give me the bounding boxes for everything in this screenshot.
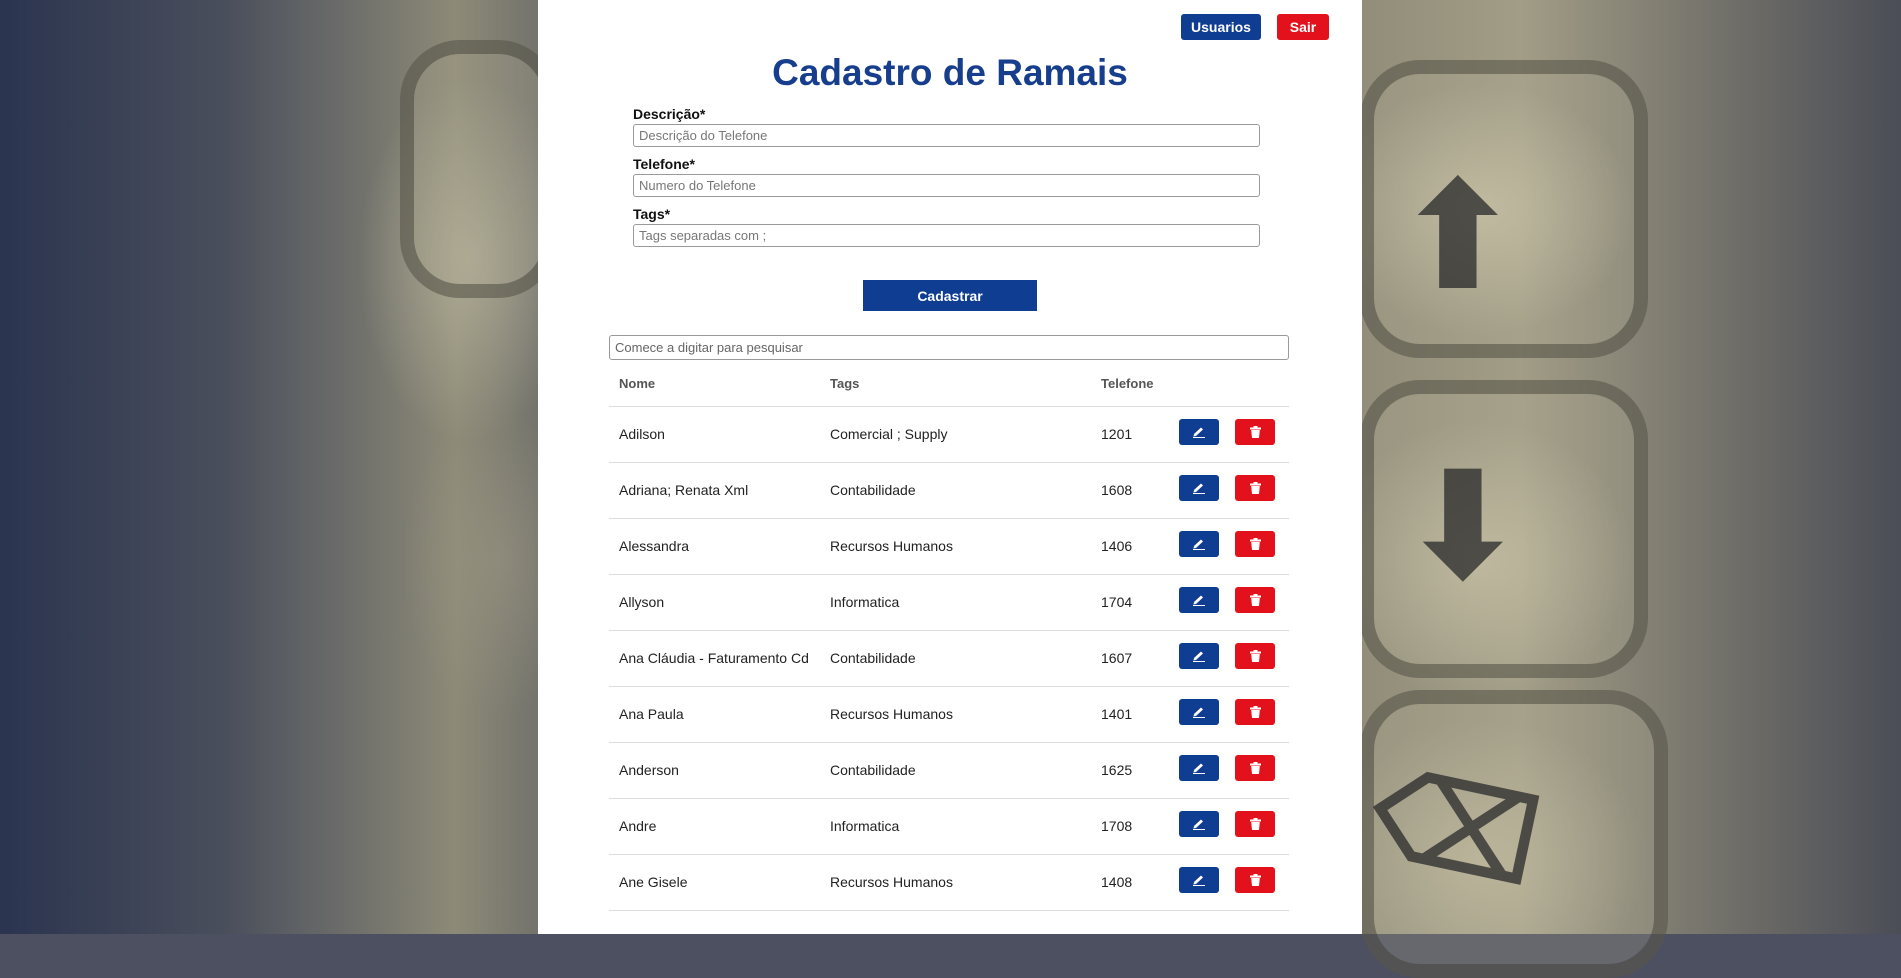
column-header-nome: Nome <box>619 376 656 391</box>
background-key-left <box>400 40 558 298</box>
cell-tags: Contabilidade <box>830 482 916 498</box>
page-title: Cadastro de Ramais <box>772 52 1128 93</box>
delete-button[interactable] <box>1235 587 1275 613</box>
cell-nome: Andre <box>619 818 657 834</box>
table-row: Ane Gisele Recursos Humanos 1408 <box>609 855 1289 911</box>
sair-button[interactable]: Sair <box>1277 14 1329 40</box>
edit-button[interactable] <box>1179 587 1219 613</box>
descricao-input[interactable] <box>633 124 1260 147</box>
cell-tags: Recursos Humanos <box>830 874 953 890</box>
trash-icon <box>1249 594 1261 606</box>
trash-icon <box>1249 650 1261 662</box>
cadastrar-button[interactable]: Cadastrar <box>863 280 1037 311</box>
table-row: Anderson Contabilidade 1625 <box>609 743 1289 799</box>
cell-nome: Adriana; Renata Xml <box>619 482 749 498</box>
tags-label: Tags* <box>633 206 671 222</box>
column-header-telefone: Telefone <box>1101 376 1154 391</box>
pencil-icon <box>1192 426 1206 438</box>
cell-nome: Ana Paula <box>619 706 684 722</box>
table-row: Ana Cláudia - Faturamento Cd Contabilida… <box>609 631 1289 687</box>
pencil-icon <box>1192 706 1206 718</box>
edit-button[interactable] <box>1179 475 1219 501</box>
trash-icon <box>1249 874 1261 886</box>
edit-button[interactable] <box>1179 699 1219 725</box>
telefone-label: Telefone* <box>633 156 695 172</box>
delete-button[interactable] <box>1235 419 1275 445</box>
edit-button[interactable] <box>1179 811 1219 837</box>
cell-tags: Comercial ; Supply <box>830 426 948 442</box>
cell-nome: Ana Cláudia - Faturamento Cd <box>619 650 809 666</box>
background-arrow-down-icon: ⬇ <box>1400 440 1526 614</box>
cell-tags: Informatica <box>830 594 900 610</box>
pencil-icon <box>1192 650 1206 662</box>
trash-icon <box>1249 426 1261 438</box>
table-row: Ana Paula Recursos Humanos 1401 <box>609 687 1289 743</box>
main-panel: Usuarios Sair Cadastro de Ramais Descriç… <box>538 0 1362 934</box>
cell-telefone: 1708 <box>1101 818 1133 834</box>
delete-button[interactable] <box>1235 867 1275 893</box>
delete-button[interactable] <box>1235 699 1275 725</box>
delete-button[interactable] <box>1235 475 1275 501</box>
cell-tags: Informatica <box>830 818 900 834</box>
table-row: Allyson Informatica 1704 <box>609 575 1289 631</box>
descricao-label: Descrição* <box>633 106 706 122</box>
column-header-tags: Tags <box>830 376 860 391</box>
edit-button[interactable] <box>1179 755 1219 781</box>
cell-telefone: 1608 <box>1101 482 1133 498</box>
cell-telefone: 1607 <box>1101 650 1133 666</box>
cell-tags: Recursos Humanos <box>830 706 953 722</box>
pencil-icon <box>1192 538 1206 550</box>
tags-input[interactable] <box>633 224 1260 247</box>
trash-icon <box>1249 538 1261 550</box>
cell-nome: Adilson <box>619 426 665 442</box>
delete-button[interactable] <box>1235 755 1275 781</box>
trash-icon <box>1249 706 1261 718</box>
pencil-icon <box>1192 874 1206 886</box>
cell-telefone: 1401 <box>1101 706 1133 722</box>
trash-icon <box>1249 762 1261 774</box>
cell-tags: Recursos Humanos <box>830 538 953 554</box>
cell-tags: Contabilidade <box>830 650 916 666</box>
cell-nome: Alessandra <box>619 538 690 554</box>
table-row: Andre Informatica 1708 <box>609 799 1289 855</box>
edit-button[interactable] <box>1179 531 1219 557</box>
cell-telefone: 1625 <box>1101 762 1133 778</box>
cell-nome: Anderson <box>619 762 679 778</box>
cell-telefone: 1408 <box>1101 874 1133 890</box>
table-row: Adilson Comercial ; Supply 1201 <box>609 407 1289 463</box>
cell-telefone: 1406 <box>1101 538 1133 554</box>
table-header: Nome Tags Telefone <box>609 370 1289 407</box>
cell-nome: Allyson <box>619 594 665 610</box>
pencil-icon <box>1192 762 1206 774</box>
trash-icon <box>1249 482 1261 494</box>
cell-nome: Ane Gisele <box>619 874 688 890</box>
cell-tags: Contabilidade <box>830 762 916 778</box>
edit-button[interactable] <box>1179 419 1219 445</box>
delete-button[interactable] <box>1235 811 1275 837</box>
delete-button[interactable] <box>1235 531 1275 557</box>
pencil-icon <box>1192 482 1206 494</box>
cell-telefone: 1704 <box>1101 594 1133 610</box>
table-row: Adriana; Renata Xml Contabilidade 1608 <box>609 463 1289 519</box>
telefone-input[interactable] <box>633 174 1260 197</box>
trash-icon <box>1249 818 1261 830</box>
table-body: Adilson Comercial ; Supply 1201 Adriana;… <box>609 407 1289 911</box>
pencil-icon <box>1192 594 1206 606</box>
pencil-icon <box>1192 818 1206 830</box>
usuarios-button[interactable]: Usuarios <box>1181 14 1261 40</box>
edit-button[interactable] <box>1179 867 1219 893</box>
search-input[interactable] <box>609 335 1289 360</box>
delete-button[interactable] <box>1235 643 1275 669</box>
cell-telefone: 1201 <box>1101 426 1133 442</box>
edit-button[interactable] <box>1179 643 1219 669</box>
background-arrow-up-icon: ⬆ <box>1395 150 1521 324</box>
table-row: Alessandra Recursos Humanos 1406 <box>609 519 1289 575</box>
